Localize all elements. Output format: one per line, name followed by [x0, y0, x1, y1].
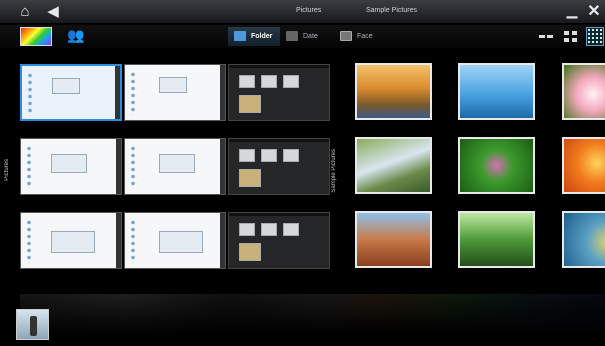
people-icon[interactable]: 👥	[67, 27, 85, 45]
screenshot-thumbnail[interactable]	[228, 212, 330, 269]
sea-turtle-photo[interactable]	[562, 211, 605, 268]
autumn-tree-photo[interactable]	[355, 63, 432, 120]
lake-dock-photo[interactable]	[458, 63, 535, 120]
tab-date-label: Date	[303, 33, 318, 40]
screenshot-thumbnail[interactable]	[228, 64, 330, 121]
group-label-sample-pictures: Sample Pictures	[331, 149, 337, 193]
medium-thumbnails-icon[interactable]	[564, 30, 578, 43]
home-icon[interactable]: ⌂	[16, 3, 34, 21]
screenshot-thumbnail[interactable]	[20, 64, 122, 121]
screenshot-thumbnail[interactable]	[20, 212, 122, 269]
orange-flower-photo[interactable]	[562, 137, 605, 194]
stream-photo[interactable]	[355, 137, 432, 194]
tab-face[interactable]: Face	[340, 27, 373, 46]
forest-path-photo[interactable]	[458, 211, 535, 268]
photo-viewer-app: ⌂ ◀ Pictures Sample Pictures ▁ ✕ 👥 Folde…	[0, 0, 605, 346]
gallery-area[interactable]: Pictures Sample Pictures	[0, 49, 605, 346]
tab-folder-label: Folder	[251, 33, 273, 40]
tab-face-label: Face	[357, 33, 373, 40]
screenshot-thumbnail[interactable]	[124, 138, 226, 195]
screenshot-thumbnail[interactable]	[20, 138, 122, 195]
pictures-group	[20, 64, 330, 272]
tab-folder[interactable]: Folder	[228, 27, 280, 46]
tab-date[interactable]: Date	[286, 27, 318, 46]
minimize-icon[interactable]: ▁	[563, 1, 581, 19]
back-arrow-icon[interactable]: ◀	[44, 3, 62, 21]
small-thumbnails-icon[interactable]	[586, 27, 604, 46]
calendar-icon	[286, 31, 298, 42]
preview-thumbnail[interactable]	[16, 309, 49, 340]
screenshot-thumbnail[interactable]	[124, 212, 226, 269]
breadcrumb-sample-pictures[interactable]: Sample Pictures	[366, 7, 417, 14]
screenshot-thumbnail[interactable]	[228, 138, 330, 195]
green-leaves-photo[interactable]	[458, 137, 535, 194]
toolbar: 👥 Folder Date Face	[0, 25, 605, 48]
desert-rocks-photo[interactable]	[355, 211, 432, 268]
large-thumbnails-icon[interactable]	[539, 30, 553, 43]
title-bar: ⌂ ◀ Pictures Sample Pictures ▁ ✕	[0, 0, 605, 24]
screenshot-thumbnail[interactable]	[124, 64, 226, 121]
sample-pictures-group	[355, 63, 605, 271]
frangipani-photo[interactable]	[562, 63, 605, 120]
close-icon[interactable]: ✕	[585, 3, 603, 21]
folder-icon	[234, 31, 246, 42]
group-label-pictures: Pictures	[4, 159, 10, 181]
color-palette-icon[interactable]	[20, 27, 52, 46]
face-icon	[340, 31, 352, 42]
breadcrumb-pictures[interactable]: Pictures	[296, 7, 321, 14]
gallery-reflection	[20, 294, 605, 344]
